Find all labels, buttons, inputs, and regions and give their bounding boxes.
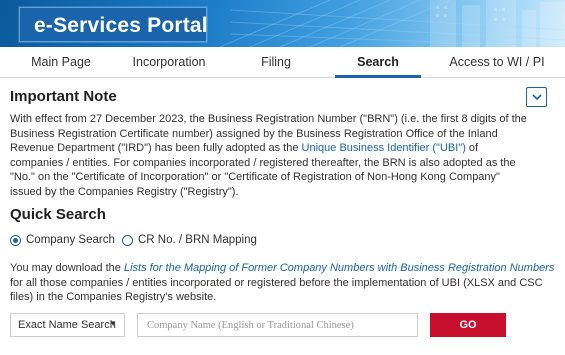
radio-cr-brn-mapping[interactable]: CR No. / BRN Mapping [122, 233, 257, 247]
main-navigation: Main Page Incorporation Filing Search Ac… [0, 47, 565, 78]
header-banner: e-Services Portal [0, 0, 565, 47]
ubi-link[interactable]: Unique Business Identifier ("UBI") [302, 142, 466, 154]
download-text-part2: for all those companies / entities incor… [10, 276, 543, 304]
go-button[interactable]: GO [430, 313, 506, 337]
download-info-text: You may download the Lists for the Mappi… [10, 261, 558, 305]
tab-incorporation[interactable]: Incorporation [124, 47, 214, 77]
quick-search-heading: Quick Search [10, 206, 106, 223]
tab-filing[interactable]: Filing [248, 47, 304, 77]
radio-label-company-search: Company Search [26, 234, 115, 246]
chevron-down-icon [532, 94, 542, 101]
search-type-value: Exact Name Search [18, 319, 116, 331]
mapping-lists-link[interactable]: Lists for the Mapping of Former Company … [124, 262, 554, 274]
dropdown-arrow-icon: ▼ [109, 319, 117, 328]
tab-search[interactable]: Search [335, 47, 421, 78]
portal-title: e-Services Portal [34, 14, 208, 37]
collapse-toggle-button[interactable] [526, 87, 547, 107]
tab-main-page[interactable]: Main Page [20, 47, 102, 77]
search-type-select[interactable]: Exact Name Search ▼ [10, 313, 125, 337]
important-note-body: With effect from 27 December 2023, the B… [10, 112, 530, 199]
portal-logo[interactable]: e-Services Portal [19, 7, 208, 42]
radio-label-cr-brn-mapping: CR No. / BRN Mapping [138, 234, 257, 246]
tab-access-wi-pi[interactable]: Access to WI / PI [441, 47, 553, 77]
radio-company-search[interactable]: Company Search [10, 233, 115, 247]
important-note-heading: Important Note [10, 88, 117, 105]
company-name-input[interactable] [137, 313, 418, 337]
radio-checked-indicator[interactable] [10, 234, 21, 246]
radio-unchecked-indicator[interactable] [122, 234, 133, 246]
download-text-part1: You may download the [10, 262, 124, 274]
